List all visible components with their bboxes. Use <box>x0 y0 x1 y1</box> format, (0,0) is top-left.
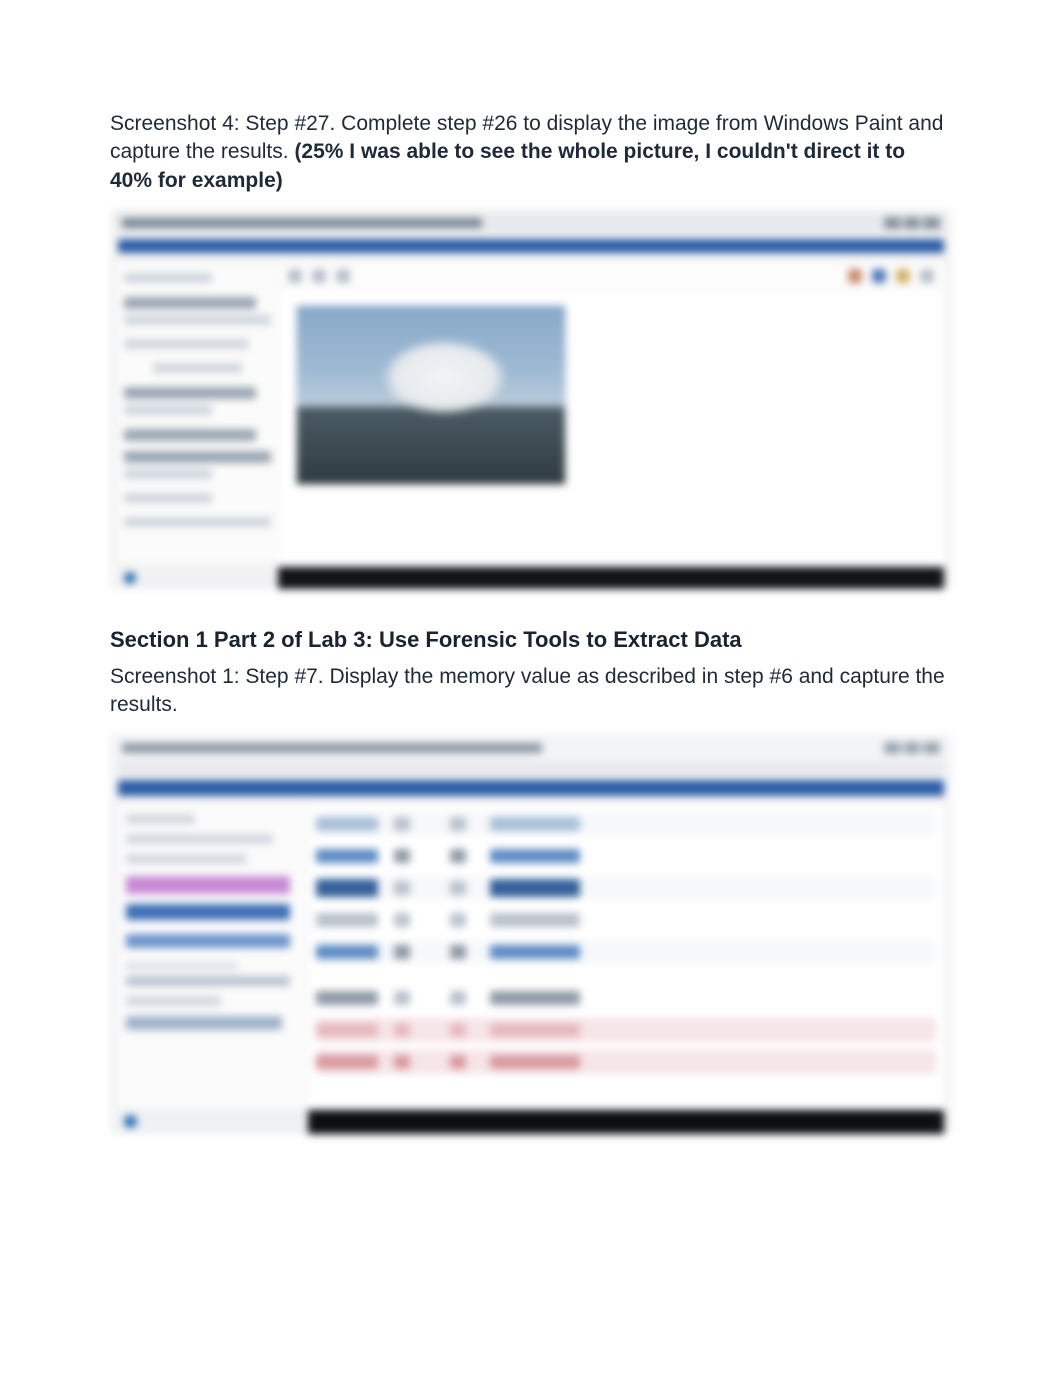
table-row <box>316 1018 936 1042</box>
screenshot4-image <box>110 209 952 589</box>
ribbon-bar <box>118 780 944 796</box>
sidebar-panel <box>118 804 308 1108</box>
menu-bar <box>118 762 944 774</box>
paint-canvas-image <box>296 305 566 485</box>
table-row <box>316 1050 936 1074</box>
section-heading: Section 1 Part 2 of Lab 3: Use Forensic … <box>110 627 952 653</box>
table-row <box>316 844 936 868</box>
table-row <box>316 908 936 932</box>
screenshot1-image <box>110 734 952 1134</box>
sidebar-panel <box>118 263 278 563</box>
taskbar <box>118 567 944 589</box>
table-row <box>316 940 936 964</box>
window-titlebar <box>116 738 946 758</box>
canvas-area <box>278 263 944 563</box>
start-area <box>118 567 278 589</box>
screenshot4-caption: Screenshot 4: Step #27. Complete step #2… <box>110 110 952 195</box>
window-title-text <box>122 743 542 753</box>
canvas-toolbar <box>278 263 944 289</box>
ribbon-bar <box>118 239 944 253</box>
window-controls <box>884 742 940 754</box>
table-row <box>316 986 936 1010</box>
table-row <box>316 876 936 900</box>
data-table <box>308 804 944 1108</box>
window-controls <box>884 217 940 229</box>
start-area <box>118 1110 308 1134</box>
window-body <box>118 804 944 1108</box>
taskbar-tray <box>308 1110 944 1134</box>
screenshot1-caption: Screenshot 1: Step #7. Display the memor… <box>110 663 952 720</box>
window-body <box>118 263 944 563</box>
window-titlebar <box>116 213 946 233</box>
taskbar-tray <box>278 567 944 589</box>
taskbar <box>118 1110 944 1134</box>
table-row <box>316 812 936 836</box>
window-title-text <box>122 218 482 228</box>
